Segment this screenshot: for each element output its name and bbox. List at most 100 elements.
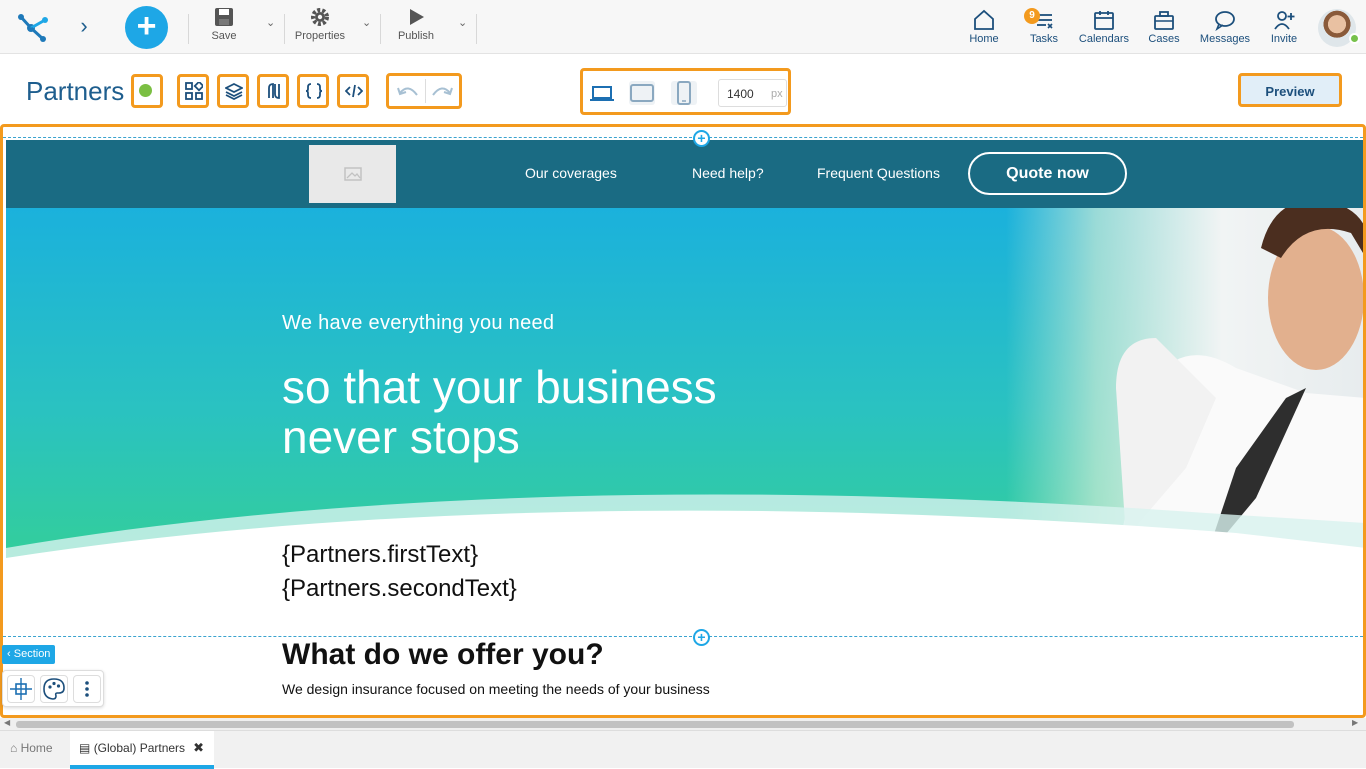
nav-calendars-label: Calendars bbox=[1078, 33, 1130, 45]
expand-menu-icon[interactable]: › bbox=[74, 14, 94, 38]
briefcase-icon bbox=[1154, 11, 1174, 30]
canvas-width-value: 1400 bbox=[727, 87, 754, 101]
close-tab-icon[interactable]: ✖ bbox=[193, 740, 204, 755]
site-link-coverages[interactable]: Our coverages bbox=[525, 165, 617, 181]
offer-title: What do we offer you? bbox=[282, 638, 604, 671]
code-button[interactable] bbox=[337, 74, 369, 108]
hero-wave bbox=[6, 494, 1363, 573]
online-status-dot bbox=[1349, 33, 1360, 44]
canvas-width-unit: px bbox=[771, 88, 783, 100]
flow-button[interactable] bbox=[257, 74, 289, 108]
save-label: Save bbox=[211, 30, 237, 42]
section-tools bbox=[2, 670, 104, 707]
redo-icon[interactable] bbox=[431, 83, 453, 101]
move-icon bbox=[10, 678, 32, 700]
tab-partners[interactable]: ▤ (Global) Partners ✖ bbox=[70, 731, 214, 769]
offer-text: We design insurance focused on meeting t… bbox=[282, 681, 710, 697]
divider bbox=[380, 14, 381, 44]
undo-icon[interactable] bbox=[397, 83, 419, 101]
style-section-button[interactable] bbox=[40, 675, 68, 703]
nav-home[interactable]: Home bbox=[966, 9, 1002, 45]
chat-icon bbox=[1215, 11, 1235, 31]
divider bbox=[188, 14, 189, 44]
section-tag[interactable]: ‹ Section bbox=[2, 645, 56, 664]
mobile-icon[interactable] bbox=[671, 81, 697, 105]
tablet-icon[interactable] bbox=[629, 81, 655, 105]
tasks-count-badge: 9 bbox=[1024, 8, 1040, 24]
nav-calendars[interactable]: Calendars bbox=[1077, 9, 1131, 45]
add-section-button[interactable]: + bbox=[693, 629, 710, 646]
undo-redo-group bbox=[386, 73, 462, 109]
image-placeholder-icon bbox=[344, 167, 362, 181]
more-vertical-icon bbox=[85, 681, 89, 697]
site-link-faq[interactable]: Frequent Questions bbox=[817, 165, 940, 181]
scroll-left-icon[interactable]: ◀ bbox=[4, 718, 10, 727]
site-navbar[interactable]: Our coverages Need help? Frequent Questi… bbox=[6, 140, 1363, 208]
horizontal-scrollbar[interactable]: ◀ ▶ bbox=[0, 718, 1366, 730]
tab-bar: ⌂ Home ▤ (Global) Partners ✖ bbox=[0, 730, 1366, 769]
page-title: Partners bbox=[26, 76, 125, 106]
divider bbox=[425, 79, 426, 103]
calendar-icon bbox=[1094, 11, 1114, 30]
publish-button[interactable]: Publish bbox=[396, 6, 436, 42]
gear-icon bbox=[311, 8, 329, 26]
nav-messages[interactable]: Messages bbox=[1196, 9, 1254, 45]
divider bbox=[284, 14, 285, 44]
scrollbar-thumb[interactable] bbox=[16, 721, 1294, 728]
desktop-icon[interactable] bbox=[589, 81, 615, 105]
hero-title-line1: so that your business bbox=[282, 361, 717, 413]
save-icon bbox=[215, 8, 233, 26]
publish-dropdown-chevron-icon[interactable]: ⌄ bbox=[458, 16, 470, 29]
status-dot bbox=[139, 84, 152, 97]
app-logo-icon[interactable] bbox=[12, 8, 50, 46]
tab-home-label: Home bbox=[20, 741, 53, 755]
template-text-second: {Partners.secondText} bbox=[282, 575, 517, 602]
canvas-width-input[interactable]: 1400 px bbox=[718, 79, 787, 107]
hero-title-line2: never stops bbox=[282, 411, 520, 463]
hero-kicker: We have everything you need bbox=[282, 312, 555, 334]
nav-invite[interactable]: Invite bbox=[1268, 9, 1300, 45]
device-selector: 1400 px bbox=[580, 68, 791, 115]
properties-label: Properties bbox=[294, 30, 346, 42]
play-icon bbox=[410, 9, 424, 25]
properties-dropdown-chevron-icon[interactable]: ⌄ bbox=[362, 16, 374, 29]
components-icon bbox=[185, 82, 203, 100]
preview-label: Preview bbox=[1265, 84, 1315, 99]
move-section-button[interactable] bbox=[7, 675, 35, 703]
hero-title: so that your business never stops bbox=[282, 362, 717, 462]
braces-button[interactable] bbox=[297, 74, 329, 108]
components-button[interactable] bbox=[177, 74, 209, 108]
add-button[interactable]: + bbox=[125, 6, 168, 49]
home-icon: ⌂ bbox=[10, 741, 18, 755]
site-link-help[interactable]: Need help? bbox=[692, 165, 764, 181]
more-options-button[interactable] bbox=[73, 675, 101, 703]
nav-messages-label: Messages bbox=[1199, 33, 1251, 45]
quote-now-button[interactable]: Quote now bbox=[968, 152, 1127, 195]
section-tag-label: Section bbox=[13, 648, 51, 660]
layers-button[interactable] bbox=[217, 74, 249, 108]
section-boundary bbox=[3, 636, 1363, 637]
nav-tasks-label: Tasks bbox=[1029, 33, 1059, 45]
nav-home-label: Home bbox=[969, 33, 999, 45]
preview-button[interactable]: Preview bbox=[1238, 73, 1342, 107]
code-icon bbox=[345, 84, 363, 98]
nav-cases-label: Cases bbox=[1148, 33, 1180, 45]
flow-icon bbox=[268, 83, 280, 99]
save-dropdown-chevron-icon[interactable]: ⌄ bbox=[266, 16, 278, 29]
add-user-icon bbox=[1274, 11, 1295, 30]
template-text-first: {Partners.firstText} bbox=[282, 541, 479, 568]
add-section-top-button[interactable]: + bbox=[693, 130, 710, 147]
scroll-right-icon[interactable]: ▶ bbox=[1352, 718, 1358, 727]
save-button[interactable]: Save bbox=[205, 6, 243, 42]
logo-placeholder[interactable] bbox=[309, 145, 396, 203]
tab-home[interactable]: ⌂ Home bbox=[0, 731, 68, 769]
layers-icon bbox=[225, 82, 243, 100]
nav-cases[interactable]: Cases bbox=[1146, 9, 1182, 45]
top-bar: › + Save ⌄ Properties ⌄ Publish ⌄ Home T… bbox=[0, 0, 1366, 54]
page-icon: ▤ bbox=[79, 741, 91, 755]
palette-icon bbox=[43, 678, 65, 700]
braces-icon bbox=[305, 83, 323, 99]
section-boundary bbox=[3, 137, 1363, 138]
tab-partners-label: (Global) Partners bbox=[93, 741, 186, 755]
properties-button[interactable]: Properties bbox=[292, 6, 348, 42]
